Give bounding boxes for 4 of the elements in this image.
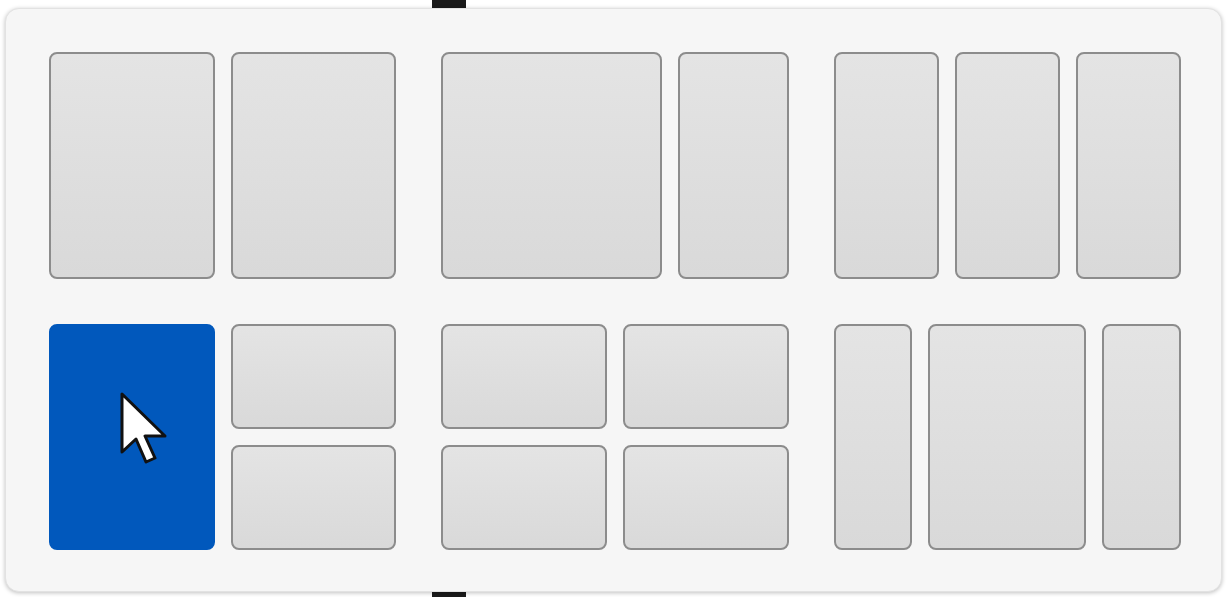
snap-zone[interactable] — [230, 444, 397, 550]
snap-zone[interactable] — [49, 323, 215, 550]
snap-zone[interactable] — [833, 323, 913, 550]
snap-zone[interactable] — [230, 323, 397, 429]
